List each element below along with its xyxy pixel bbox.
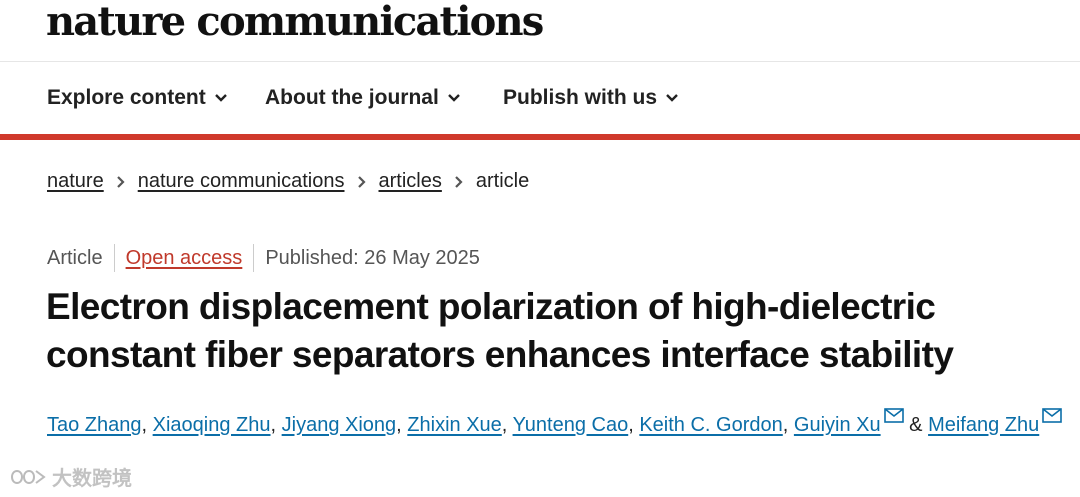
nav-explore-content[interactable]: Explore content — [47, 86, 228, 110]
author-link[interactable]: Keith C. Gordon — [639, 414, 782, 436]
meta-divider — [113, 244, 115, 272]
breadcrumb-current: article — [475, 170, 530, 192]
breadcrumb-link-nature-communications[interactable]: nature communications — [138, 170, 345, 193]
masthead: nature communications — [0, 0, 1080, 62]
chevron-right-icon — [116, 175, 126, 189]
nav-about-journal[interactable]: About the journal — [265, 86, 461, 110]
article-type: Article — [47, 246, 103, 269]
chevron-right-icon — [454, 175, 464, 189]
breadcrumb-link-nature[interactable]: nature — [47, 170, 104, 193]
chevron-down-icon — [447, 94, 460, 102]
nav-publish-with-us-label: Publish with us — [503, 86, 658, 109]
mail-icon[interactable] — [883, 408, 904, 424]
breadcrumb-link-articles[interactable]: articles — [379, 170, 442, 193]
article-meta: Article Open access Published: 26 May 20… — [47, 244, 480, 272]
site-logo[interactable]: nature communications — [46, 0, 544, 50]
watermark-text: 大数跨境 — [52, 468, 132, 490]
nav-publish-with-us[interactable]: Publish with us — [503, 86, 679, 110]
nav-about-journal-label: About the journal — [265, 86, 439, 109]
breadcrumb: nature nature communications articles ar… — [47, 170, 529, 193]
author-link[interactable]: Xiaoqing Zhu — [153, 414, 271, 436]
watermark: 大数跨境 — [8, 462, 132, 491]
mail-icon[interactable] — [1042, 408, 1063, 424]
meta-divider — [253, 244, 255, 272]
author-separator: , — [141, 414, 153, 436]
author-link[interactable]: Yunteng Cao — [513, 414, 629, 436]
author-link[interactable]: Guiyin Xu — [794, 414, 881, 436]
open-access-link[interactable]: Open access — [126, 247, 243, 270]
author-separator: , — [270, 414, 282, 436]
author-link[interactable]: Zhixin Xue — [407, 414, 502, 436]
author-separator: , — [782, 414, 794, 436]
author-link[interactable]: Jiyang Xiong — [282, 414, 397, 436]
chevron-down-icon — [666, 94, 678, 102]
author-list: Tao Zhang, Xiaoqing Zhu, Jiyang Xiong, Z… — [47, 405, 1067, 445]
author-separator: , — [628, 414, 640, 436]
watermark-logo-icon — [10, 469, 46, 484]
chevron-down-icon — [214, 94, 227, 102]
author-link[interactable]: Tao Zhang — [47, 414, 142, 436]
chevron-right-icon — [357, 175, 367, 189]
author-link[interactable]: Meifang Zhu — [928, 414, 1039, 436]
article-title: Electron displacement polarization of hi… — [46, 286, 954, 375]
author-separator: , — [501, 414, 513, 436]
published-date: Published: 26 May 2025 — [265, 246, 480, 269]
main-nav: Explore content About the journal Publis… — [0, 62, 1080, 134]
author-ampersand: & — [909, 414, 923, 436]
author-separator: , — [396, 414, 408, 436]
nav-explore-content-label: Explore content — [47, 86, 206, 109]
nav-accent-bar — [0, 134, 1080, 140]
